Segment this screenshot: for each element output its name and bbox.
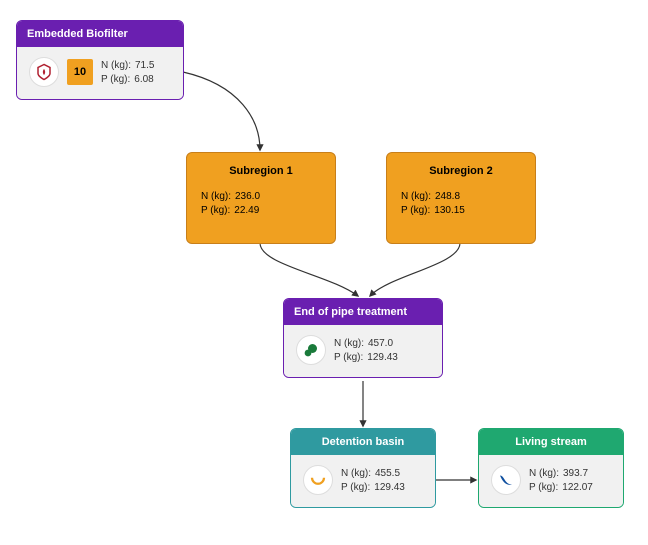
p-value: 122.07 [562,482,593,493]
node-living-stream[interactable]: Living stream N (kg): 393.7 P (kg): 122.07 [478,428,624,508]
p-value: 129.43 [367,352,398,363]
n-value: 457.0 [368,338,393,349]
p-label: P (kg): [101,74,130,85]
metrics: N (kg): 455.5 P (kg): 129.43 [341,468,405,493]
n-label: N (kg): [101,60,131,71]
p-label: P (kg): [529,482,558,493]
n-value: 455.5 [375,468,400,479]
biofilter-badge: 10 [67,59,93,85]
n-label: N (kg): [341,468,371,479]
treatment-icon [296,335,326,365]
node-subregion-1[interactable]: Subregion 1 N (kg): 236.0 P (kg): 22.49 [186,152,336,244]
p-value: 129.43 [374,482,405,493]
node-end-of-pipe[interactable]: End of pipe treatment N (kg): 457.0 P (kg… [283,298,443,378]
node-body: N (kg): 393.7 P (kg): 122.07 [479,455,623,507]
node-embedded-biofilter[interactable]: Embedded Biofilter 10 N (kg): 71.5 P (kg)… [16,20,184,100]
n-label: N (kg): [529,468,559,479]
n-label: N (kg): [201,191,231,202]
basin-icon [303,465,333,495]
p-label: P (kg): [401,205,430,216]
metrics: N (kg): 71.5 P (kg): 6.08 [101,60,154,85]
n-value: 236.0 [235,191,260,202]
node-title: End of pipe treatment [284,299,442,325]
p-value: 6.08 [134,74,153,85]
metrics: N (kg): 393.7 P (kg): 122.07 [529,468,593,493]
n-label: N (kg): [401,191,431,202]
n-value: 248.8 [435,191,460,202]
p-value: 22.49 [234,205,259,216]
node-title: Embedded Biofilter [17,21,183,47]
node-title: Living stream [479,429,623,455]
node-detention-basin[interactable]: Detention basin N (kg): 455.5 P (kg): 129.… [290,428,436,508]
biofilter-icon [29,57,59,87]
node-body: N (kg): 455.5 P (kg): 129.43 [291,455,435,507]
p-label: P (kg): [341,482,370,493]
node-title: Subregion 2 [401,165,521,177]
p-label: P (kg): [201,205,230,216]
metrics: N (kg): 457.0 P (kg): 129.43 [334,338,398,363]
stream-icon [491,465,521,495]
node-subregion-2[interactable]: Subregion 2 N (kg): 248.8 P (kg): 130.15 [386,152,536,244]
node-title: Subregion 1 [201,165,321,177]
n-label: N (kg): [334,338,364,349]
metrics: N (kg): 236.0 P (kg): 22.49 [201,191,321,216]
n-value: 71.5 [135,60,154,71]
p-label: P (kg): [334,352,363,363]
metrics: N (kg): 248.8 P (kg): 130.15 [401,191,521,216]
node-title: Detention basin [291,429,435,455]
n-value: 393.7 [563,468,588,479]
node-body: N (kg): 457.0 P (kg): 129.43 [284,325,442,377]
p-value: 130.15 [434,205,465,216]
node-body: 10 N (kg): 71.5 P (kg): 6.08 [17,47,183,99]
